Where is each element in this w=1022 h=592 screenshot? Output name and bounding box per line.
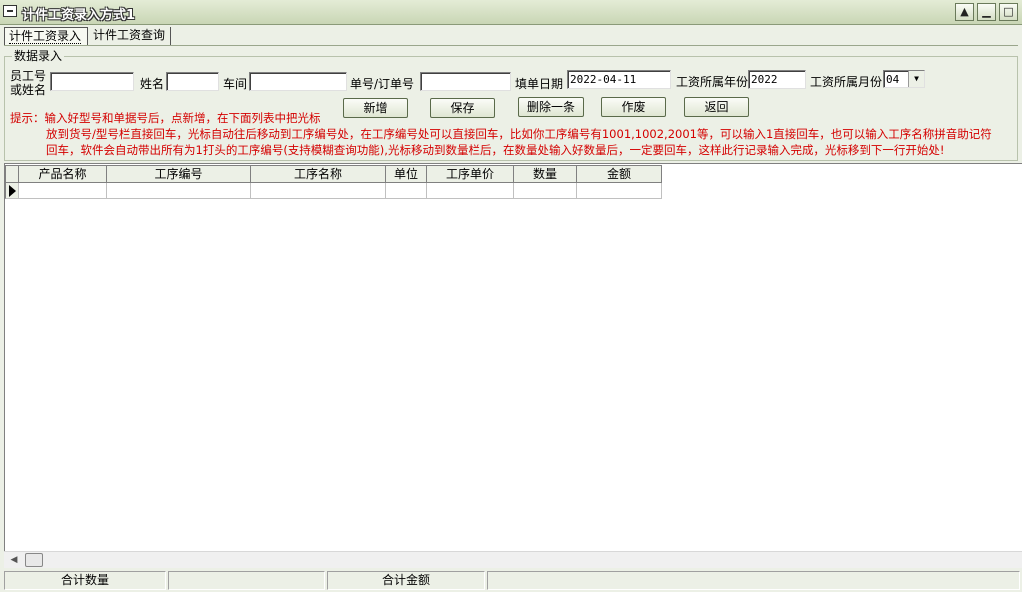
salary-month-value: 04 bbox=[886, 73, 900, 86]
restore-button[interactable]: ▁ bbox=[977, 3, 996, 21]
total-amount-value bbox=[487, 571, 1020, 590]
add-button[interactable]: 新增 bbox=[343, 98, 408, 118]
order-number-input[interactable] bbox=[420, 72, 511, 91]
name-label: 姓名 bbox=[140, 77, 165, 91]
tab-label: 计件工资录入 bbox=[9, 29, 82, 44]
hint-line-1: 提示：输入好型号和单据号后，点新增，在下面列表中把光标 bbox=[10, 111, 321, 125]
window-menu-icon[interactable] bbox=[3, 5, 17, 17]
save-button[interactable]: 保存 bbox=[430, 98, 495, 118]
employee-input[interactable] bbox=[50, 72, 134, 91]
table-cell[interactable] bbox=[251, 183, 386, 199]
salary-year-label: 工资所属年份 bbox=[676, 75, 749, 89]
tab-piecework-query[interactable]: 计件工资查询 bbox=[89, 27, 171, 45]
hint-line-3: 回车，软件会自动带出所有为1打头的工序编号(支持模糊查询功能),光标移动到数量栏… bbox=[46, 143, 945, 157]
window-title: 计件工资录入方式1 bbox=[22, 8, 136, 23]
fill-date-label: 填单日期 bbox=[515, 77, 564, 91]
column-header[interactable]: 工序单价 bbox=[427, 165, 514, 183]
column-header[interactable]: 数量 bbox=[514, 165, 577, 183]
table-cell[interactable] bbox=[427, 183, 514, 199]
tab-divider bbox=[4, 45, 1018, 46]
table-cell[interactable] bbox=[19, 183, 107, 199]
table-cell[interactable] bbox=[107, 183, 251, 199]
salary-month-select[interactable]: 04 ▼ bbox=[883, 70, 925, 88]
delete-row-button[interactable]: 删除一条 bbox=[518, 97, 584, 117]
salary-year-input[interactable]: 2022 bbox=[748, 70, 806, 89]
workshop-input[interactable] bbox=[249, 72, 347, 91]
total-amount-label: 合计金额 bbox=[327, 571, 485, 590]
column-header[interactable]: 工序名称 bbox=[251, 165, 386, 183]
column-header[interactable]: 产品名称 bbox=[19, 165, 107, 183]
row-indicator-header bbox=[5, 165, 19, 183]
column-header[interactable]: 金额 bbox=[577, 165, 662, 183]
employee-label-line2: 或姓名 bbox=[10, 83, 47, 97]
table-cell[interactable] bbox=[386, 183, 427, 199]
row-indicator[interactable] bbox=[5, 183, 19, 199]
status-bar: 合计数量 合计金额 bbox=[0, 569, 1022, 592]
scroll-thumb[interactable] bbox=[25, 553, 43, 567]
title-bar: 计件工资录入方式1 ▲ ▁ □ bbox=[0, 0, 1022, 25]
void-button[interactable]: 作废 bbox=[601, 97, 666, 117]
tab-piecework-entry[interactable]: 计件工资录入 bbox=[4, 27, 88, 45]
horizontal-scrollbar[interactable]: ◀ bbox=[4, 551, 1022, 568]
group-label: 数据录入 bbox=[12, 47, 65, 64]
current-row-arrow-icon bbox=[9, 185, 16, 197]
table-cell[interactable] bbox=[514, 183, 577, 199]
fill-date-input[interactable]: 2022-04-11 bbox=[567, 70, 671, 89]
column-header[interactable]: 工序编号 bbox=[107, 165, 251, 183]
order-number-label: 单号/订单号 bbox=[350, 77, 415, 91]
workshop-label: 车间 bbox=[223, 77, 248, 91]
scroll-left-icon[interactable]: ◀ bbox=[7, 552, 21, 568]
minimize-button[interactable]: ▲ bbox=[955, 3, 974, 21]
chevron-down-icon[interactable]: ▼ bbox=[908, 71, 924, 87]
maximize-button[interactable]: □ bbox=[999, 3, 1018, 21]
total-quantity-value bbox=[168, 571, 325, 590]
back-button[interactable]: 返回 bbox=[684, 97, 749, 117]
column-header[interactable]: 单位 bbox=[386, 165, 427, 183]
table-cell[interactable] bbox=[577, 183, 662, 199]
total-quantity-label: 合计数量 bbox=[4, 571, 166, 590]
hint-line-2: 放到货号/型号栏直接回车，光标自动往后移动到工序编号处，在工序编号处可以直接回车… bbox=[46, 127, 992, 141]
salary-month-label: 工资所属月份 bbox=[810, 75, 883, 89]
piecework-grid[interactable] bbox=[4, 163, 1022, 551]
name-input[interactable] bbox=[166, 72, 219, 91]
